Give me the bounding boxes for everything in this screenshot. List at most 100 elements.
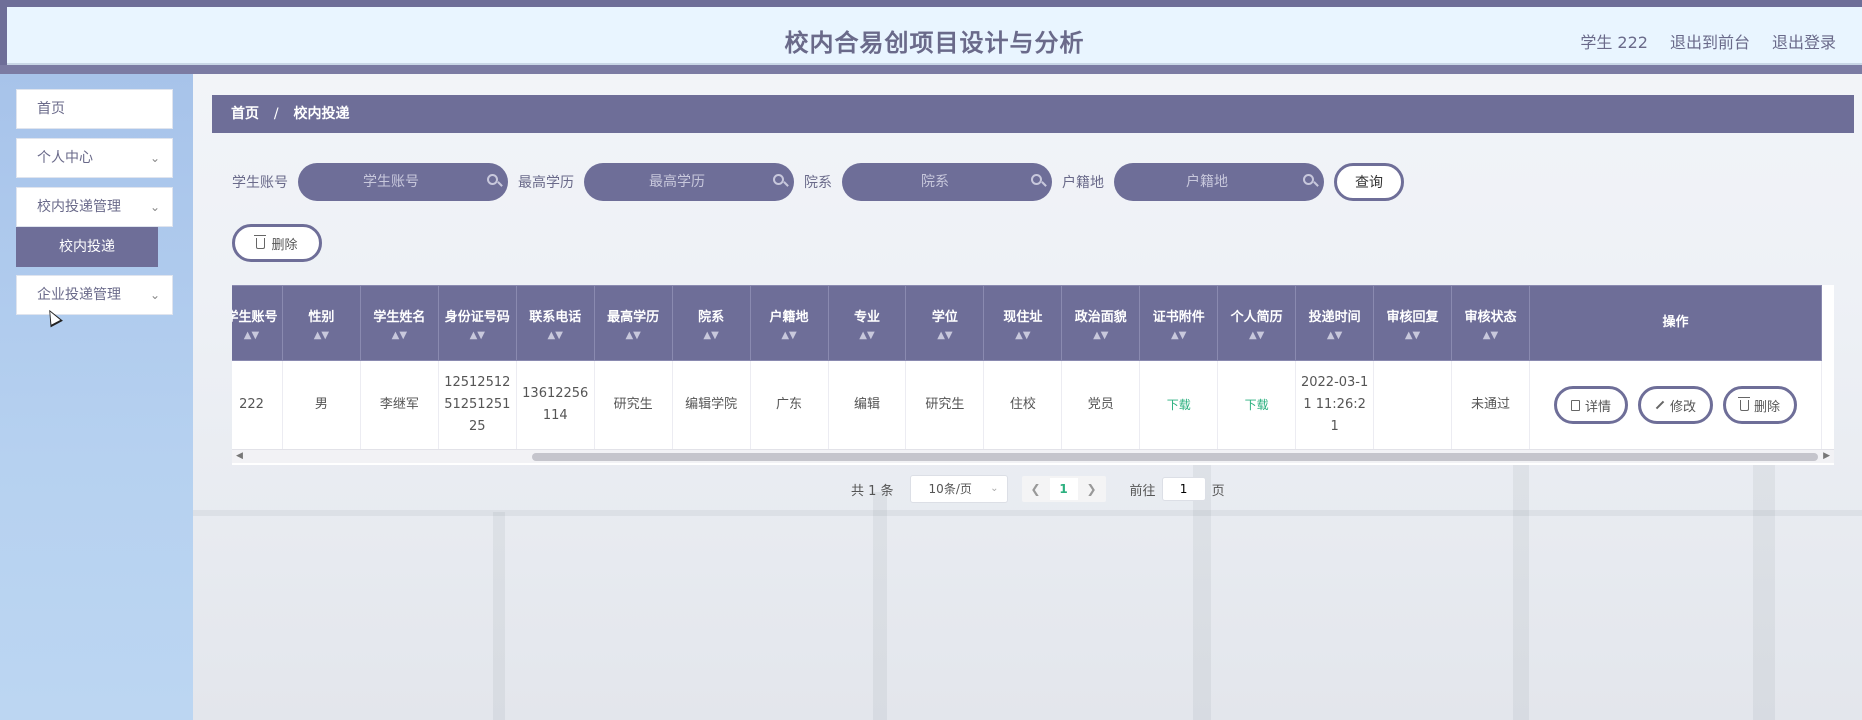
cell-address: 住校 xyxy=(983,360,1063,450)
column-header[interactable]: 性别 ▲▼ xyxy=(281,285,361,361)
sort-icon: ▲▼ xyxy=(937,330,953,341)
scroll-right-icon[interactable]: ▶ xyxy=(1823,451,1830,461)
header-left-edge xyxy=(0,7,7,65)
sidebar-item-label: 校内投递管理 xyxy=(37,199,121,215)
breadcrumb-current: 校内投递 xyxy=(293,106,350,122)
goto-page-input[interactable] xyxy=(1161,477,1206,501)
chevron-down-icon: ⌄ xyxy=(149,200,160,214)
search-label-hometown: 户籍地 xyxy=(1062,175,1104,191)
cell-major: 编辑 xyxy=(827,360,907,450)
logout-link[interactable]: 退出登录 xyxy=(1772,29,1836,53)
scrollbar-thumb[interactable] xyxy=(532,453,1818,461)
column-header[interactable]: 政治面貌 ▲▼ xyxy=(1061,285,1141,361)
row-delete-label: 删除 xyxy=(1753,399,1780,415)
chevron-down-icon: ⌄ xyxy=(149,151,160,165)
column-header[interactable]: 审核状态 ▲▼ xyxy=(1451,285,1530,361)
scroll-left-icon[interactable]: ◀ xyxy=(236,451,243,461)
sort-icon: ▲▼ xyxy=(547,330,563,341)
column-header[interactable]: 最高学历 ▲▼ xyxy=(593,285,673,361)
column-header[interactable]: 学位 ▲▼ xyxy=(905,285,985,361)
goto-suffix: 页 xyxy=(1211,483,1225,499)
page-nav: ❮ 1 ❯ xyxy=(1021,476,1106,502)
column-header[interactable]: 个人简历 ▲▼ xyxy=(1217,285,1297,361)
sort-icon: ▲▼ xyxy=(859,330,875,341)
search-icon xyxy=(1303,174,1314,185)
cell-reply xyxy=(1373,360,1453,450)
cell-department: 编辑学院 xyxy=(671,360,751,450)
query-button[interactable]: 查询 xyxy=(1334,163,1404,201)
pagination: 共 1 条 10条/页 ⌄ ❮ 1 ❯ 前往 页 xyxy=(851,475,1225,503)
resume-download-link[interactable]: 下载 xyxy=(1217,360,1297,450)
detail-button[interactable]: 详情 xyxy=(1553,386,1628,424)
sort-icon: ▲▼ xyxy=(1482,330,1499,341)
sidebar-item-enterprise-delivery-mgmt[interactable]: 企业投递管理 ⌄ xyxy=(16,275,173,315)
table: 学生账号▲▼ 性别▲▼ 学生姓名▲▼ 身份证号码▲▼ 联系电话▲▼ 最高学历▲▼… xyxy=(232,285,1823,450)
column-header[interactable]: 院系 ▲▼ xyxy=(671,285,751,361)
horizontal-scrollbar[interactable]: ◀ ▶ xyxy=(232,449,1834,463)
sidebar-item-label: 首页 xyxy=(37,101,65,117)
search-input-department[interactable] xyxy=(842,163,1052,201)
goto-prefix: 前往 xyxy=(1129,483,1156,499)
sidebar-item-personal-center[interactable]: 个人中心 ⌄ xyxy=(16,138,173,178)
sort-icon: ▲▼ xyxy=(1171,330,1187,341)
search-input-account[interactable] xyxy=(298,163,508,201)
batch-delete-button[interactable]: 删除 xyxy=(232,224,322,262)
trash-icon xyxy=(1737,396,1750,411)
column-header[interactable]: 学生姓名 ▲▼ xyxy=(359,285,439,361)
cell-time: 2022-03-11 11:26:21 xyxy=(1295,360,1375,450)
sidebar-item-campus-delivery-mgmt[interactable]: 校内投递管理 ⌄ xyxy=(16,187,173,227)
batch-delete-label: 删除 xyxy=(271,237,298,253)
sidebar: 首页 个人中心 ⌄ 校内投递管理 ⌄ 校内投递 企业投递管理 ⌄ xyxy=(0,74,193,720)
search-input-wrap-account xyxy=(298,163,508,201)
search-input-education[interactable] xyxy=(584,163,794,201)
edit-button[interactable]: 修改 xyxy=(1637,386,1713,424)
search-input-hometown[interactable] xyxy=(1114,163,1324,201)
page-number-current[interactable]: 1 xyxy=(1049,478,1078,500)
sort-icon: ▲▼ xyxy=(313,330,330,341)
prev-page-icon[interactable]: ❮ xyxy=(1022,482,1050,496)
detail-label: 详情 xyxy=(1584,399,1611,415)
search-input-wrap-department xyxy=(842,163,1052,201)
column-header[interactable]: 专业 ▲▼ xyxy=(827,285,907,361)
cell-id-number: 125125125125125125 xyxy=(437,360,517,450)
table-header-row: 学生账号▲▼ 性别▲▼ 学生姓名▲▼ 身份证号码▲▼ 联系电话▲▼ 最高学历▲▼… xyxy=(232,285,1823,361)
sidebar-item-home[interactable]: 首页 xyxy=(16,89,173,129)
cell-account: 222 xyxy=(232,360,283,450)
row-delete-button[interactable]: 删除 xyxy=(1722,386,1797,424)
search-input-wrap-hometown xyxy=(1114,163,1324,201)
sort-icon: ▲▼ xyxy=(625,330,641,341)
column-header[interactable]: 审核回复 ▲▼ xyxy=(1373,285,1453,361)
column-header[interactable]: 身份证号码 ▲▼ xyxy=(437,285,517,361)
breadcrumb-home[interactable]: 首页 xyxy=(231,106,259,122)
column-header[interactable]: 户籍地 ▲▼ xyxy=(749,285,829,361)
page-size-value: 10条/页 xyxy=(928,482,972,496)
sort-icon: ▲▼ xyxy=(1248,330,1265,341)
sidebar-subitem-campus-delivery[interactable]: 校内投递 xyxy=(16,227,158,267)
page-jump: 前往 页 xyxy=(1130,477,1225,501)
sort-icon: ▲▼ xyxy=(391,330,408,341)
column-header[interactable]: 投递时间 ▲▼ xyxy=(1295,285,1375,361)
column-header[interactable]: 现住址 ▲▼ xyxy=(983,285,1063,361)
edit-icon xyxy=(1655,400,1665,410)
search-label-account: 学生账号 xyxy=(232,175,288,191)
column-header[interactable]: 证书附件 ▲▼ xyxy=(1139,285,1219,361)
chevron-down-icon: ⌄ xyxy=(990,483,999,494)
to-front-link[interactable]: 退出到前台 xyxy=(1670,29,1750,53)
page-size-select[interactable]: 10条/页 ⌄ xyxy=(909,475,1008,503)
sidebar-item-label: 个人中心 xyxy=(37,150,93,166)
user-label: 学生 222 xyxy=(1580,33,1648,52)
sort-icon: ▲▼ xyxy=(1404,330,1421,341)
sort-icon: ▲▼ xyxy=(469,330,485,341)
search-icon xyxy=(1031,174,1042,185)
search-label-department: 院系 xyxy=(804,175,832,191)
search-icon xyxy=(487,174,498,185)
next-page-icon[interactable]: ❯ xyxy=(1078,482,1106,496)
column-header[interactable]: 联系电话 ▲▼ xyxy=(515,285,595,361)
column-header[interactable]: 学生账号▲▼ xyxy=(232,285,283,361)
cell-name: 李继军 xyxy=(359,360,439,450)
search-icon xyxy=(773,174,784,185)
certificate-download-link[interactable]: 下载 xyxy=(1139,360,1219,450)
chevron-down-icon: ⌄ xyxy=(149,288,160,302)
cell-hometown: 广东 xyxy=(749,360,829,450)
document-icon xyxy=(1570,399,1580,411)
